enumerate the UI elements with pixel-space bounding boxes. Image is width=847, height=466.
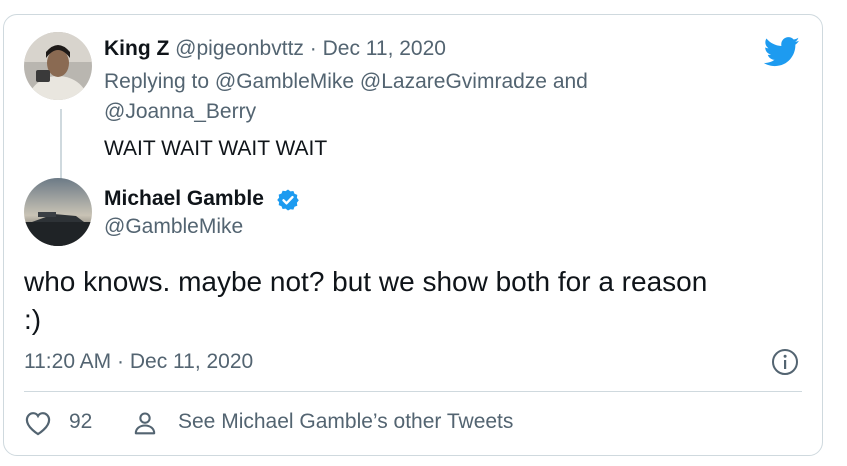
main-author-name[interactable]: Michael Gamble: [104, 187, 264, 210]
timestamp[interactable]: 11:20 AM · Dec 11, 2020: [24, 350, 253, 374]
main-tweet-text-line2: :): [24, 304, 42, 335]
heart-icon: [24, 410, 52, 441]
reply-author-handle[interactable]: @pigeonbvttz: [175, 37, 304, 60]
info-icon[interactable]: [771, 348, 799, 381]
main-tweet-text-line1: who knows. maybe not? but we show both f…: [24, 266, 708, 297]
replying-to-line1: Replying to @GambleMike @LazareGvimradze…: [104, 70, 588, 94]
twitter-bird-icon[interactable]: [763, 37, 800, 72]
reply-text: WAIT WAIT WAIT WAIT: [104, 137, 328, 160]
thread-connector: [60, 109, 62, 185]
separator: ·: [117, 350, 125, 373]
avatar[interactable]: [24, 32, 92, 100]
tweet-date[interactable]: Dec 11, 2020: [130, 350, 253, 373]
verified-badge-icon: [276, 188, 300, 217]
profile-link-label[interactable]: See Michael Gamble’s other Tweets: [178, 410, 513, 434]
main-author: Michael Gamble: [104, 187, 264, 211]
divider: [24, 391, 802, 392]
replying-prefix: Replying to: [104, 70, 210, 93]
avatar[interactable]: [24, 178, 92, 246]
person-icon: [132, 410, 158, 441]
reply-author-name[interactable]: King Z: [104, 37, 169, 60]
tweet-embed-card: King Z @pigeonbvttz · Dec 11, 2020 Reply…: [3, 14, 823, 456]
tweet-time[interactable]: 11:20 AM: [24, 350, 111, 373]
reply-date[interactable]: Dec 11, 2020: [323, 37, 446, 60]
replying-to-line2[interactable]: @Joanna_Berry: [104, 100, 256, 124]
reply-header: King Z @pigeonbvttz · Dec 11, 2020: [104, 37, 446, 61]
like-count: 92: [69, 410, 93, 433]
main-author-handle[interactable]: @GambleMike: [104, 215, 243, 239]
replying-to-users[interactable]: @GambleMike @LazareGvimradze and: [215, 70, 588, 93]
separator: ·: [309, 37, 317, 60]
